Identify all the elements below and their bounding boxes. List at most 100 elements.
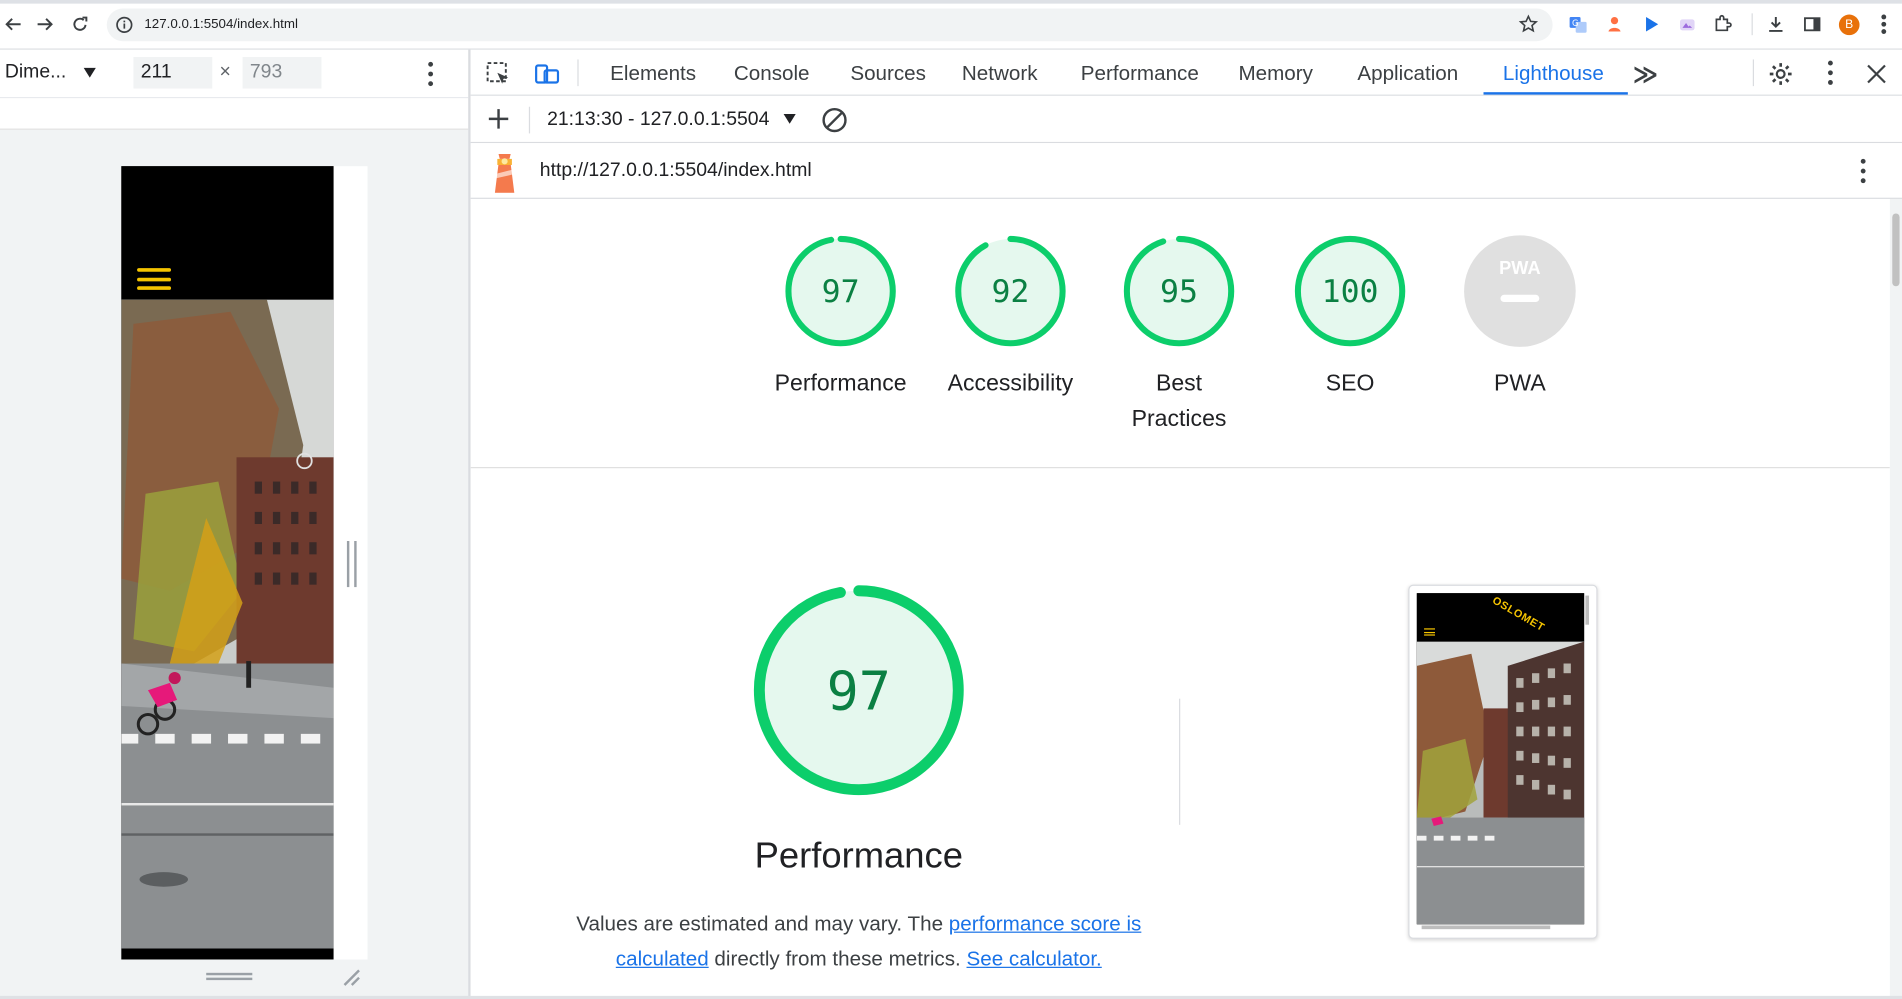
tab-network[interactable]: Network [962, 62, 1038, 86]
performance-description: Values are estimated and may vary. The p… [574, 906, 1144, 976]
tab-application[interactable]: Application [1357, 62, 1458, 86]
gauge-label: SEO [1325, 371, 1375, 397]
extension-orange-icon[interactable] [1605, 15, 1624, 34]
tab-strip-edge [0, 0, 1902, 4]
report-menu-icon[interactable] [1860, 158, 1867, 184]
section-divider [470, 467, 1890, 469]
gauge-seo[interactable]: 100 SEO [1271, 233, 1429, 402]
gauge-performance[interactable]: 97 Performance [762, 233, 920, 402]
performance-title: Performance [754, 835, 963, 876]
screenshot-image: OSLOMET [1416, 593, 1585, 925]
device-select[interactable]: Dime... [5, 62, 66, 84]
hero-photo [121, 299, 334, 949]
gauge-label: PWA [1494, 371, 1546, 397]
device-toolbar-menu-icon[interactable] [427, 61, 434, 87]
gauge-label: Accessibility [947, 371, 1074, 397]
pwa-badge-text: PWA [1499, 258, 1540, 278]
screenshot-header: OSLOMET [1416, 593, 1585, 642]
device-screen[interactable] [121, 166, 334, 960]
active-tab-indicator [1483, 92, 1628, 95]
side-panel-icon[interactable] [1803, 15, 1822, 34]
caret-down-icon[interactable] [782, 113, 797, 125]
caret-down-icon[interactable] [82, 67, 97, 79]
site-header [121, 166, 334, 300]
clear-all-icon[interactable] [820, 106, 849, 135]
browser-toolbar: 127.0.0.1:5504/index.html G B [0, 0, 1902, 50]
devtools-tab-strip: Elements Console Sources Network Perform… [470, 49, 1902, 96]
close-devtools-icon[interactable] [1863, 61, 1890, 88]
desc-text: Values are estimated and may vary. The [576, 912, 949, 936]
extension-play-icon[interactable] [1641, 15, 1660, 34]
hamburger-menu-icon[interactable] [137, 268, 172, 290]
reload-button[interactable] [67, 11, 94, 38]
tab-separator [1752, 59, 1754, 87]
more-tabs-icon[interactable]: ≫ [1633, 59, 1658, 89]
arrow-right-icon [37, 18, 53, 31]
tab-memory[interactable]: Memory [1238, 62, 1312, 86]
scrollbar-thumb[interactable] [1892, 213, 1900, 287]
extension-purple-icon[interactable] [1678, 15, 1697, 34]
big-gauge-score: 97 [827, 660, 891, 723]
tab-lighthouse[interactable]: Lighthouse [1503, 62, 1604, 86]
report-select[interactable]: 21:13:30 - 127.0.0.1:5504 [547, 109, 769, 131]
performance-big-gauge: 97 [753, 585, 964, 796]
site-info-icon[interactable] [115, 16, 133, 34]
extensions-puzzle-icon[interactable] [1713, 14, 1732, 34]
gauge-score: 95 [1160, 274, 1198, 310]
lighthouse-toolbar: 21:13:30 - 127.0.0.1:5504 [470, 95, 1902, 144]
dimension-separator: × [219, 61, 231, 83]
report-scrollbar[interactable] [1889, 198, 1902, 999]
device-height-input[interactable] [242, 57, 322, 89]
tab-sources[interactable]: Sources [850, 62, 926, 86]
screenshot-photo [1416, 641, 1585, 925]
screenshot-scrollbar [1585, 595, 1590, 625]
final-screenshot[interactable]: OSLOMET [1408, 584, 1598, 939]
pwa-dash-icon [1500, 294, 1540, 303]
gauge-accessibility[interactable]: 92 Accessibility [932, 233, 1090, 402]
lighthouse-logo-icon [494, 154, 515, 193]
bookmark-star-icon[interactable] [1518, 14, 1539, 34]
address-bar[interactable]: 127.0.0.1:5504/index.html [106, 8, 1553, 42]
arrow-left-icon [5, 18, 21, 31]
screenshot-brand-logo: OSLOMET [1490, 593, 1547, 634]
gauge-score: 92 [991, 274, 1029, 310]
tab-elements[interactable]: Elements [610, 62, 696, 86]
see-calculator-link[interactable]: See calculator. [967, 947, 1102, 970]
forward-button[interactable] [32, 11, 59, 38]
settings-gear-icon[interactable] [1767, 61, 1794, 88]
lighthouse-report: 97 Performance 92 Accessibility 95 Best … [470, 198, 1890, 999]
devtools-menu-icon[interactable] [1827, 60, 1834, 85]
desc-text: directly from these metrics. [708, 947, 967, 971]
toolbar-separator [528, 106, 531, 134]
device-ruler [0, 98, 469, 130]
gauge-score: 100 [1322, 274, 1379, 310]
translate-extension-icon[interactable]: G [1568, 15, 1587, 34]
gauge-best-practices[interactable]: 95 Best Practices [1100, 233, 1258, 437]
inspect-element-icon[interactable] [485, 61, 512, 88]
new-report-plus-icon[interactable] [485, 106, 512, 133]
downloads-icon[interactable] [1766, 15, 1785, 34]
device-toolbar-toggle-icon[interactable] [534, 61, 561, 88]
device-resize-handle-bottom[interactable] [206, 972, 253, 981]
device-viewport-area [0, 98, 469, 999]
tab-console[interactable]: Console [734, 62, 810, 86]
report-url-bar: http://127.0.0.1:5504/index.html [470, 143, 1902, 199]
device-toolbar: Dime... × [0, 49, 469, 99]
device-resize-handle-right[interactable] [346, 540, 357, 588]
device-width-input[interactable] [133, 57, 213, 89]
reload-icon [73, 16, 88, 31]
browser-menu-icon[interactable] [1880, 14, 1887, 34]
tab-performance[interactable]: Performance [1081, 62, 1199, 86]
gauge-score: 97 [822, 274, 860, 310]
back-button[interactable] [0, 11, 27, 38]
profile-avatar[interactable]: B [1838, 14, 1860, 36]
report-url[interactable]: http://127.0.0.1:5504/index.html [540, 160, 812, 182]
vertical-divider [1179, 698, 1181, 825]
gauge-pwa[interactable]: PWA PWA [1441, 233, 1599, 402]
device-resize-corner-icon[interactable] [341, 967, 360, 986]
screenshot-hscrollbar [1421, 925, 1551, 930]
svg-text:G: G [1572, 19, 1579, 29]
device-frame [121, 166, 368, 960]
gauge-label: Performance [774, 371, 907, 397]
address-url[interactable]: 127.0.0.1:5504/index.html [144, 17, 298, 32]
